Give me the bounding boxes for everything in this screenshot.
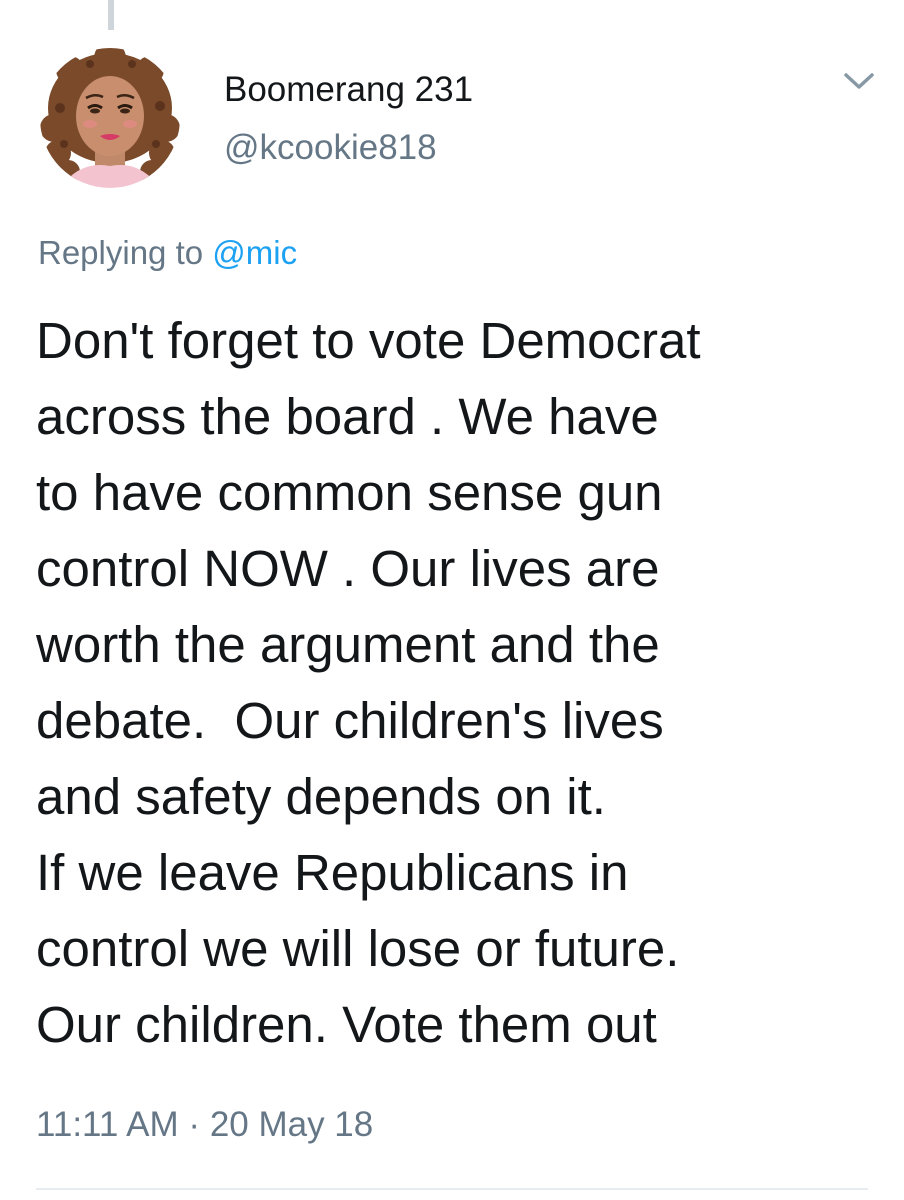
tweet-text: Don't forget to vote Democrat across the… bbox=[36, 303, 886, 1063]
reply-mention-link[interactable]: @mic bbox=[212, 234, 297, 271]
chevron-down-icon[interactable] bbox=[842, 70, 876, 92]
tweet-text-line: control NOW . Our lives are bbox=[36, 540, 660, 597]
avatar-image bbox=[40, 48, 180, 188]
tweet-text-line: Don't forget to vote Democrat bbox=[36, 312, 701, 369]
timestamp-separator: · bbox=[188, 1105, 201, 1144]
tweet-timestamp[interactable]: 11:11 AM · 20 May 18 bbox=[36, 1103, 373, 1147]
tweet-date: 20 May 18 bbox=[209, 1105, 374, 1144]
tweet-text-line: debate. Our children's lives bbox=[36, 692, 664, 749]
replying-to-label: Replying to bbox=[38, 234, 204, 271]
author-display-name[interactable]: Boomerang 231 bbox=[224, 68, 473, 112]
tweet-text-line: worth the argument and the bbox=[36, 616, 660, 673]
tweet-text-line: Our children. Vote them out bbox=[36, 996, 657, 1053]
tweet-time: 11:11 AM bbox=[36, 1105, 179, 1144]
divider bbox=[36, 1188, 868, 1190]
replying-to-line: Replying to @mic bbox=[38, 231, 297, 275]
tweet-text-line: to have common sense gun bbox=[36, 464, 663, 521]
tweet-text-line: across the board . We have bbox=[36, 388, 659, 445]
avatar[interactable] bbox=[40, 48, 180, 188]
thread-connector-line bbox=[108, 0, 114, 30]
tweet-text-line: and safety depends on it. bbox=[36, 768, 606, 825]
author-handle[interactable]: @kcookie818 bbox=[224, 126, 437, 170]
tweet-text-line: If we leave Republicans in bbox=[36, 844, 629, 901]
tweet-text-line: control we will lose or future. bbox=[36, 920, 680, 977]
